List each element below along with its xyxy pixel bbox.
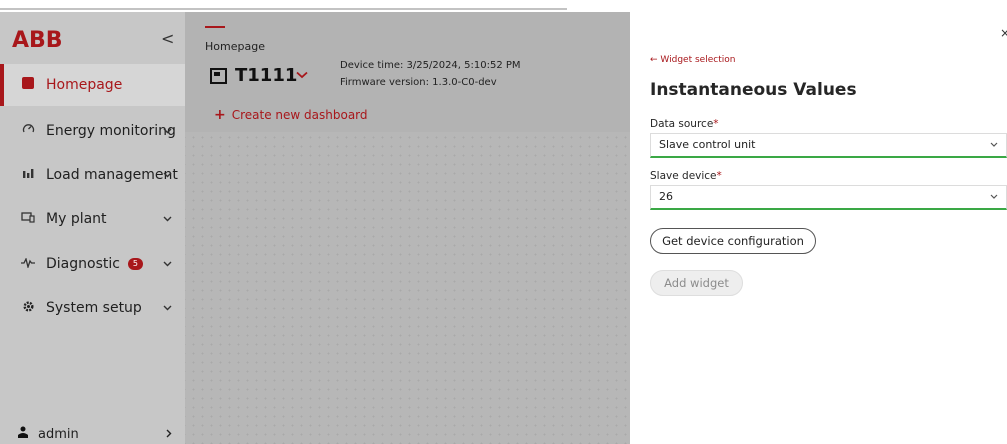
data-source-label: Data source* <box>650 118 719 130</box>
chevron-down-icon <box>990 186 998 208</box>
chevron-down-icon <box>163 126 172 137</box>
breadcrumb[interactable]: Homepage <box>205 40 265 53</box>
required-marker: * <box>716 170 722 182</box>
back-label: Widget selection <box>660 55 736 65</box>
create-dashboard-label: Create new dashboard <box>231 108 368 122</box>
slave-device-label-text: Slave device <box>650 170 717 182</box>
back-to-widget-selection-link[interactable]: ← Widget selection <box>650 55 735 65</box>
abb-logo: ABB <box>12 28 63 53</box>
arrow-left-icon: ← <box>650 55 658 65</box>
sidebar-item-label: My plant <box>46 211 107 227</box>
energy-icon <box>18 123 38 139</box>
chevron-down-icon <box>163 170 172 181</box>
dashboard-header: Homepage T1111 Device time: 3/25/2024, 5… <box>185 12 630 132</box>
load-icon <box>18 168 38 183</box>
top-strip <box>0 0 567 10</box>
sidebar-item-system-setup[interactable]: System setup <box>0 287 185 329</box>
device-time: Device time: 3/25/2024, 5:10:52 PM <box>340 60 521 71</box>
notification-badge: 5 <box>127 258 143 270</box>
user-name: admin <box>38 426 79 442</box>
sidebar-item-label: System setup <box>46 300 142 316</box>
collapse-sidebar-icon[interactable]: < <box>161 29 174 48</box>
slave-device-select[interactable]: 26 <box>650 185 1007 210</box>
widget-config-panel: × ← Widget selection Instantaneous Value… <box>630 0 1007 444</box>
device-icon <box>210 68 227 84</box>
required-marker: * <box>713 118 719 130</box>
chevron-down-icon <box>163 303 172 314</box>
gear-icon <box>18 300 38 317</box>
plus-icon: + <box>214 107 226 123</box>
sidebar-item-homepage[interactable]: Homepage <box>0 64 185 106</box>
data-source-value: Slave control unit <box>659 138 756 151</box>
sidebar-item-label: Diagnostic <box>46 256 120 272</box>
sidebar-item-my-plant[interactable]: My plant <box>0 198 185 240</box>
sidebar: ABB < Homepage Energy monitoring Load ma… <box>0 12 185 444</box>
plant-icon <box>18 211 38 227</box>
firmware-version: Firmware version: 1.3.0-C0-dev <box>340 77 497 88</box>
home-icon <box>18 77 38 93</box>
accent-mark <box>205 26 225 28</box>
chevron-down-icon <box>163 259 172 270</box>
sidebar-item-label: Load management <box>46 167 178 183</box>
close-icon[interactable]: × <box>1000 26 1007 40</box>
sidebar-item-energy-monitoring[interactable]: Energy monitoring <box>0 110 185 152</box>
sidebar-item-label: Energy monitoring <box>46 123 176 139</box>
diagnostic-icon <box>18 256 38 272</box>
device-name[interactable]: T1111 <box>235 65 297 86</box>
data-source-label-text: Data source <box>650 118 714 130</box>
sidebar-item-diagnostic[interactable]: Diagnostic 5 <box>0 243 185 285</box>
create-dashboard-button[interactable]: + Create new dashboard <box>214 107 368 123</box>
dashboard-canvas: Homepage T1111 Device time: 3/25/2024, 5… <box>185 12 630 444</box>
user-icon <box>18 426 28 442</box>
add-widget-button[interactable]: Add widget <box>650 270 743 296</box>
panel-title: Instantaneous Values <box>650 80 857 100</box>
sidebar-item-label: Homepage <box>46 77 123 93</box>
data-source-select[interactable]: Slave control unit <box>650 133 1007 158</box>
chevron-right-icon <box>166 427 172 442</box>
chevron-down-icon[interactable] <box>296 67 308 83</box>
chevron-down-icon <box>990 134 998 156</box>
user-menu[interactable]: admin <box>0 424 185 444</box>
get-device-configuration-button[interactable]: Get device configuration <box>650 228 816 254</box>
slave-device-label: Slave device* <box>650 170 722 182</box>
sidebar-item-load-management[interactable]: Load management <box>0 154 185 196</box>
chevron-down-icon <box>163 214 172 225</box>
slave-device-value: 26 <box>659 190 673 203</box>
